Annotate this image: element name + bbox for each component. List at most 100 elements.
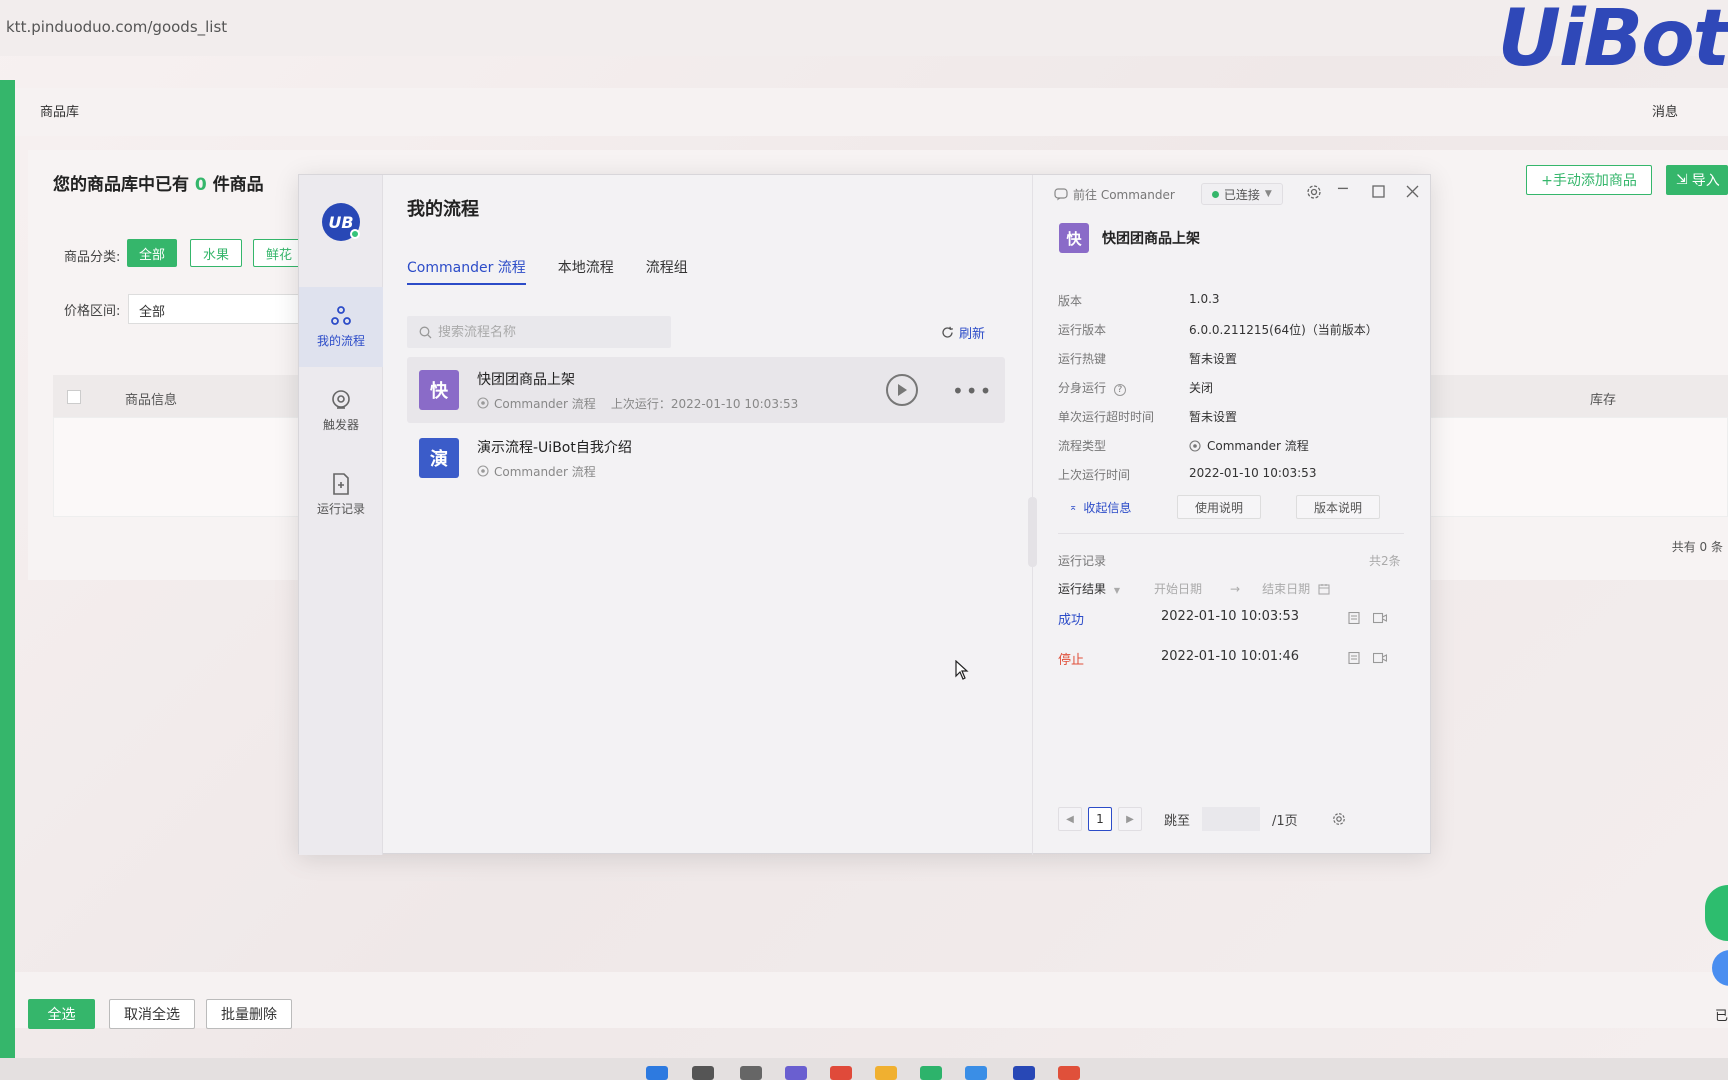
task-view-icon[interactable]	[740, 1066, 762, 1080]
tab-local-flows[interactable]: 本地流程	[558, 255, 614, 285]
refresh-icon	[942, 326, 953, 338]
result-filter-dropdown[interactable]: 运行结果 ▼	[1058, 580, 1120, 597]
uibot-sidebar: UB 我的流程 触发器 运行记录	[299, 175, 383, 855]
field-value-flow-type: Commander 流程	[1189, 437, 1309, 454]
flow-type: Commander 流程	[494, 464, 596, 479]
flow-tabs: Commander 流程 本地流程 流程组	[407, 255, 688, 285]
sidebar-item-trigger[interactable]: 触发器	[299, 371, 383, 451]
field-key-clone-run: 分身运行 ?	[1058, 379, 1126, 396]
status-dot	[1211, 190, 1219, 198]
flow-type: Commander 流程	[494, 396, 596, 411]
panel-collapse-handle[interactable]	[1028, 497, 1037, 567]
browser-icon[interactable]	[965, 1066, 987, 1080]
search-taskbar-icon[interactable]	[692, 1066, 714, 1080]
add-product-button[interactable]: +手动添加商品	[1526, 165, 1652, 195]
log-time: 2022-01-10 10:01:46	[1161, 649, 1300, 664]
folder-icon[interactable]	[875, 1066, 897, 1080]
current-page[interactable]: 1	[1088, 807, 1112, 831]
connection-status-dropdown[interactable]: 已连接 ▼	[1200, 183, 1283, 205]
chevron-down-icon: ▼	[1113, 586, 1120, 595]
browser-url-bar[interactable]: ktt.pinduoduo.com/goods_list	[0, 0, 1728, 56]
chrome-icon[interactable]	[830, 1066, 852, 1080]
log-status-success: 成功	[1058, 613, 1085, 628]
usage-guide-button[interactable]: 使用说明	[1177, 495, 1261, 519]
teams-icon[interactable]	[785, 1066, 807, 1080]
field-key-last-run: 上次运行时间	[1058, 468, 1131, 482]
search-icon	[419, 326, 432, 338]
gear-icon[interactable]	[1306, 184, 1322, 200]
sidebar-item-my-flows[interactable]: 我的流程	[299, 287, 383, 367]
field-value-hotkey: 暂未设置	[1189, 352, 1238, 366]
pager-settings-icon[interactable]	[1332, 812, 1346, 826]
log-status-stopped: 停止	[1058, 653, 1085, 668]
version-notes-button[interactable]: 版本说明	[1296, 495, 1380, 519]
close-icon[interactable]	[1406, 185, 1419, 198]
calendar-icon[interactable]	[1318, 583, 1330, 595]
left-green-strip	[0, 80, 15, 1080]
goto-commander-link[interactable]: 前往 Commander	[1054, 186, 1175, 203]
date-range-arrow: →	[1230, 581, 1241, 596]
wechat-icon[interactable]	[920, 1066, 942, 1080]
minimize-icon[interactable]: ─	[1338, 179, 1348, 198]
import-button[interactable]: ⇲ 导入	[1666, 165, 1728, 195]
trigger-icon	[332, 390, 350, 409]
breadcrumb[interactable]: 商品库	[40, 101, 79, 120]
sidebar-item-label: 运行记录	[316, 502, 365, 516]
page-header	[15, 88, 1728, 136]
tab-flow-groups[interactable]: 流程组	[646, 255, 688, 285]
column-product-info: 商品信息	[125, 393, 178, 408]
app-taskbar-icon[interactable]	[1058, 1066, 1080, 1080]
end-date-input[interactable]: 结束日期	[1262, 580, 1310, 597]
category-chip-all[interactable]: 全部	[127, 239, 178, 267]
window-top-actions: 前往 Commander 已连接 ▼	[1054, 183, 1283, 205]
commander-icon	[1189, 439, 1201, 452]
detail-header: 快 快团团商品上架	[1059, 223, 1200, 253]
price-select[interactable]: 全部	[128, 294, 308, 324]
detail-title: 快团团商品上架	[1102, 231, 1200, 247]
record-icon	[333, 473, 349, 495]
collapse-icon: ⌅	[1069, 502, 1078, 513]
play-icon	[898, 384, 907, 396]
messages-link[interactable]: 消息	[1652, 101, 1678, 120]
category-chip-fruit[interactable]: 水果	[190, 239, 243, 267]
detail-avatar: 快	[1059, 223, 1089, 253]
field-key-version: 版本	[1058, 294, 1083, 308]
field-key-timeout: 单次运行超时时间	[1058, 410, 1155, 424]
field-value-last-run: 2022-01-10 10:03:53	[1189, 466, 1317, 480]
batch-delete-button[interactable]: 批量删除	[206, 999, 292, 1029]
import-icon: ⇲	[1676, 172, 1688, 188]
deselect-all-button[interactable]: 取消全选	[109, 999, 195, 1029]
log-detail-icon[interactable]	[1347, 652, 1361, 664]
select-all-button[interactable]: 全选	[28, 999, 95, 1029]
sidebar-item-run-records[interactable]: 运行记录	[299, 455, 383, 535]
run-flow-button[interactable]	[886, 374, 918, 406]
start-date-input[interactable]: 开始日期	[1154, 580, 1202, 597]
search-input[interactable]	[438, 324, 658, 340]
collapse-info-button[interactable]: ⌅ 收起信息	[1069, 499, 1131, 516]
log-detail-icon[interactable]	[1347, 612, 1361, 624]
log-video-icon[interactable]	[1373, 612, 1387, 624]
library-title: 您的商品库中已有 0 件商品	[53, 175, 264, 195]
flow-list-item[interactable]: 快 快团团商品上架 Commander 流程 上次运行：2022-01-10 1…	[407, 357, 1005, 423]
online-dot	[350, 229, 360, 239]
jump-page-input[interactable]	[1202, 807, 1261, 831]
log-video-icon[interactable]	[1373, 652, 1387, 664]
flow-list-item[interactable]: 演 演示流程-UiBot自我介绍 Commander 流程	[407, 425, 1005, 491]
sidebar-item-label: 我的流程	[316, 334, 365, 348]
start-icon[interactable]	[646, 1066, 668, 1080]
maximize-icon[interactable]	[1372, 185, 1385, 198]
more-options-icon[interactable]: •••	[952, 379, 993, 403]
next-page-button[interactable]: ▶	[1118, 807, 1142, 831]
uibot-taskbar-icon[interactable]	[1013, 1066, 1035, 1080]
run-log-filter: 运行结果 ▼ 开始日期 → 结束日期	[1058, 580, 1330, 597]
log-time: 2022-01-10 10:03:53	[1161, 609, 1300, 624]
select-all-checkbox[interactable]	[67, 390, 81, 404]
taskbar	[0, 1058, 1728, 1080]
prev-page-button[interactable]: ◀	[1058, 807, 1082, 831]
tab-commander-flows[interactable]: Commander 流程	[407, 255, 526, 285]
help-icon[interactable]: ?	[1113, 384, 1126, 396]
uibot-window: UB 我的流程 触发器 运行记录 我的流程 Commander 流程 本地流程 …	[298, 174, 1431, 855]
flow-name: 演示流程-UiBot自我介绍	[477, 439, 632, 456]
chevron-down-icon: ▼	[1264, 189, 1272, 199]
refresh-button[interactable]: 刷新	[941, 323, 985, 342]
